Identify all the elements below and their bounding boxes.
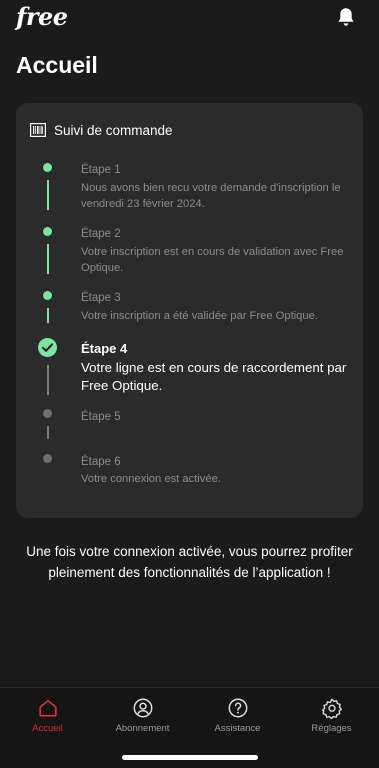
tab-reglages[interactable]: Réglages (284, 688, 379, 738)
home-icon (38, 699, 57, 717)
step-connector (47, 244, 49, 274)
card-title: Suivi de commande (54, 122, 173, 138)
step-label: Étape 1 (81, 164, 121, 176)
step-pending-dot (43, 409, 52, 418)
page-title: Accueil (16, 52, 98, 78)
tab-label: Assistance (214, 723, 261, 734)
tab-accueil[interactable]: Accueil (0, 688, 95, 738)
help-circle-icon (228, 698, 247, 718)
step-label: Étape 4 (81, 341, 128, 356)
step-connector (47, 426, 49, 439)
barcode-icon (30, 123, 46, 137)
step-description: Votre inscription a été validée par Free… (81, 310, 318, 322)
info-text: Une fois votre connexion activée, vous p… (26, 544, 353, 580)
step-description: Nous avons bien recu votre demande d'ins… (81, 182, 341, 210)
step-done-dot (43, 291, 52, 300)
tab-abonnement[interactable]: Abonnement (95, 688, 190, 738)
gear-icon (321, 698, 342, 719)
step-description: Votre inscription est en cours de valida… (81, 246, 344, 274)
step-done-dot (43, 163, 52, 172)
top-bar: free (0, 0, 379, 40)
step-current-dot (38, 338, 57, 357)
step-connector (47, 308, 49, 323)
user-circle-icon (133, 698, 152, 718)
step-description: Votre ligne est en cours de raccordement… (81, 360, 347, 393)
bell-icon[interactable] (335, 6, 357, 28)
step-connector (47, 365, 49, 395)
order-tracking-card: Suivi de commande Étape 1 Nous avons bie… (16, 103, 363, 518)
step-description: Votre connexion est activée. (81, 473, 221, 485)
check-icon (42, 343, 53, 352)
home-indicator[interactable] (122, 755, 258, 760)
tab-label: Réglages (311, 723, 352, 734)
step-label: Étape 6 (81, 456, 121, 468)
tab-assistance[interactable]: Assistance (190, 688, 285, 738)
step-done-dot (43, 227, 52, 236)
step-pending-dot (43, 454, 52, 463)
step-label: Étape 3 (81, 292, 121, 304)
step-label: Étape 5 (81, 411, 121, 423)
tab-label: Abonnement (115, 723, 170, 734)
card-header: Suivi de commande (30, 121, 173, 139)
tab-label: Accueil (32, 723, 63, 734)
step-label: Étape 2 (81, 228, 121, 240)
free-logo: free (16, 2, 68, 31)
step-connector (47, 180, 49, 210)
